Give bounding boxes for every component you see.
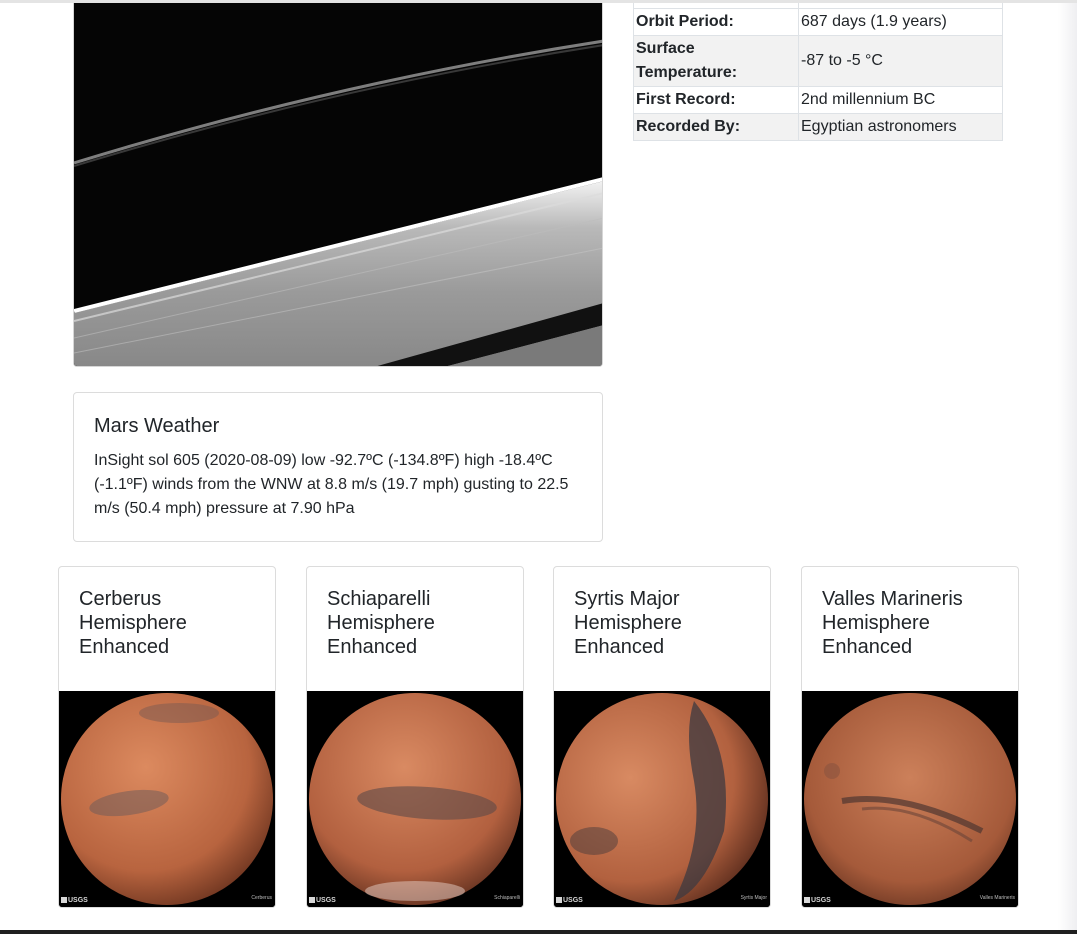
image-caption: Syrtis Major <box>740 895 767 901</box>
usgs-logo: USGS <box>804 897 831 904</box>
fact-value: 2nd millennium BC <box>798 85 1003 114</box>
featured-image[interactable] <box>73 3 603 367</box>
fact-label: Recorded By: <box>633 112 799 141</box>
mars-weather-card: Mars Weather InSight sol 605 (2020-08-09… <box>73 392 603 542</box>
facts-row: Surface Temperature: -87 to -5 °C <box>633 34 1003 87</box>
fact-value: Egyptian astronomers <box>798 112 1003 141</box>
weather-text: InSight sol 605 (2020-08-09) low -92.7ºC… <box>94 452 569 517</box>
hemisphere-title[interactable]: Valles Marineris Hemisphere Enhanced <box>802 567 1018 691</box>
usgs-logo: USGS <box>309 897 336 904</box>
image-caption: Valles Marineris <box>979 895 1015 901</box>
bottom-border <box>0 930 1077 934</box>
hemisphere-image[interactable]: USGS Syrtis Major <box>554 691 770 907</box>
usgs-logo: USGS <box>556 897 583 904</box>
hemisphere-card-valles-marineris[interactable]: Valles Marineris Hemisphere Enhanced USG… <box>801 566 1019 908</box>
usgs-logo: USGS <box>61 897 88 904</box>
hemisphere-card-schiaparelli[interactable]: Schiaparelli Hemisphere Enhanced USGS Sc… <box>306 566 524 908</box>
fact-value: 687 days (1.9 years) <box>798 7 1003 36</box>
hemisphere-image[interactable]: USGS Cerberus <box>59 691 275 907</box>
fact-label: Surface Temperature: <box>633 34 799 87</box>
hemisphere-image[interactable]: USGS Valles Marineris <box>802 691 1018 907</box>
facts-row: Recorded By: Egyptian astronomers <box>633 112 1003 141</box>
scrollbar-track[interactable] <box>1058 3 1077 930</box>
hemisphere-image[interactable]: USGS Schiaparelli <box>307 691 523 907</box>
hemisphere-title[interactable]: Syrtis Major Hemisphere Enhanced <box>554 567 770 691</box>
facts-row: Orbit Period: 687 days (1.9 years) <box>633 7 1003 36</box>
hemisphere-card-syrtis-major[interactable]: Syrtis Major Hemisphere Enhanced USGS Sy… <box>553 566 771 908</box>
image-caption: Cerberus <box>251 895 272 901</box>
hemisphere-title[interactable]: Cerberus Hemisphere Enhanced <box>59 567 275 691</box>
weather-title: Mars Weather <box>94 415 220 437</box>
image-caption: Schiaparelli <box>494 895 520 901</box>
hemisphere-card-cerberus[interactable]: Cerberus Hemisphere Enhanced USGS Cerber… <box>58 566 276 908</box>
fact-value: -87 to -5 °C <box>798 34 1003 87</box>
fact-label: Orbit Period: <box>633 7 799 36</box>
mars-facts-table: Orbit Period: 687 days (1.9 years) Surfa… <box>633 3 1003 141</box>
hemisphere-title[interactable]: Schiaparelli Hemisphere Enhanced <box>307 567 523 691</box>
fact-label: First Record: <box>633 85 799 114</box>
facts-row: First Record: 2nd millennium BC <box>633 85 1003 114</box>
